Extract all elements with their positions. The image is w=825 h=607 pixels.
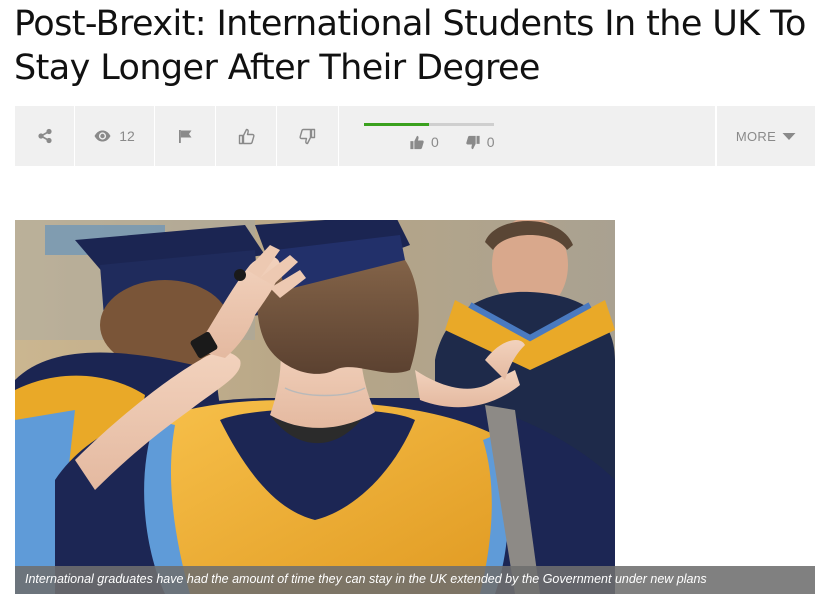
share-button[interactable] <box>15 106 75 166</box>
flag-icon <box>178 129 191 143</box>
dislikes-count: 0 <box>486 134 495 150</box>
photo-caption-bar: International graduates have had the amo… <box>15 566 815 594</box>
thumbs-up-icon[interactable] <box>409 135 425 150</box>
graduates-photo-illustration <box>15 220 615 594</box>
rating-widget: 0 0 <box>339 106 716 166</box>
photo-caption: International graduates have had the amo… <box>25 572 707 586</box>
like-button[interactable] <box>216 106 277 166</box>
likes-count: 0 <box>431 134 439 150</box>
article-title: Post-Brexit: International Students In t… <box>14 4 806 88</box>
share-icon <box>37 128 52 144</box>
thumbs-up-icon <box>238 128 255 144</box>
views-counter: 12 <box>75 106 155 166</box>
dislike-button[interactable] <box>277 106 339 166</box>
more-label: MORE <box>735 128 777 144</box>
rating-bar-fill <box>364 123 429 126</box>
more-button[interactable]: MORE <box>716 106 815 166</box>
eye-icon <box>94 130 111 142</box>
article-photo <box>15 220 615 594</box>
rating-bar <box>364 123 494 126</box>
thumbs-down-icon <box>299 128 316 144</box>
views-count: 12 <box>119 128 135 144</box>
article-action-bar: 12 0 0 MORE <box>15 106 815 166</box>
flag-button[interactable] <box>155 106 216 166</box>
thumbs-down-icon[interactable] <box>465 135 481 150</box>
caret-down-icon <box>782 132 796 140</box>
